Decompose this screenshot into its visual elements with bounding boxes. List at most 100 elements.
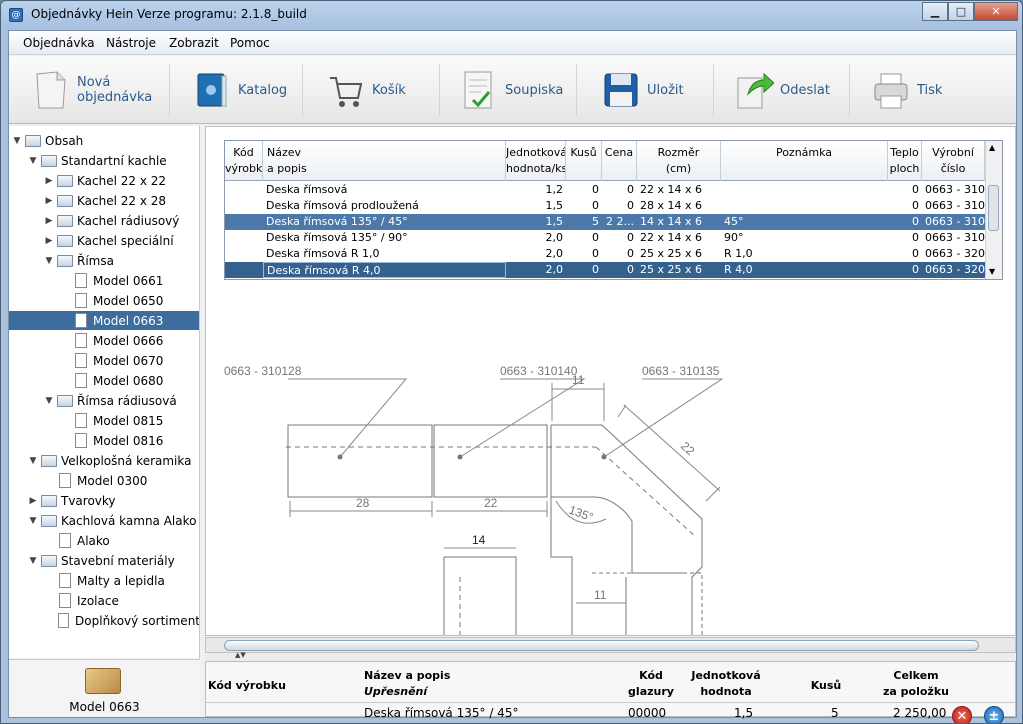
- grid-scroll-thumb[interactable]: [988, 185, 999, 231]
- tree-node[interactable]: Model 0815: [9, 411, 199, 430]
- cell-jc: 2,0: [545, 231, 564, 244]
- column-header-kod[interactable]: Kód výrobku: [225, 141, 263, 181]
- tree-node[interactable]: ▼ Velkoplošná keramika: [9, 451, 199, 470]
- detail-glazura-value[interactable]: 00000: [628, 706, 666, 720]
- panel-splitter[interactable]: ▲▼: [205, 651, 1016, 661]
- tree-node[interactable]: ▼ Kachlová kamna Alako: [9, 511, 199, 530]
- tree-node[interactable]: Model 0661: [9, 271, 199, 290]
- tree-node[interactable]: ▶ Tvarovky: [9, 491, 199, 510]
- splitter-arrows-icon[interactable]: ▲▼: [235, 651, 246, 659]
- tree-node[interactable]: Model 0666: [9, 331, 199, 350]
- collapse-arrow-icon[interactable]: ▶: [43, 216, 55, 226]
- product-grid[interactable]: Kód výrobkuNázev a popisJednotková hodno…: [224, 140, 1003, 280]
- drawing-horizontal-scrollbar[interactable]: [205, 637, 1016, 653]
- expand-arrow-icon[interactable]: ▼: [27, 556, 39, 566]
- tree-node[interactable]: Model 0300: [9, 471, 199, 490]
- column-header-cena[interactable]: Cena: [602, 141, 637, 181]
- save-button[interactable]: Uložit: [601, 62, 684, 118]
- maximize-button[interactable]: □: [948, 2, 974, 21]
- menu-zobrazit[interactable]: Zobrazit: [169, 36, 219, 50]
- expand-arrow-icon[interactable]: ▼: [43, 256, 55, 266]
- expand-arrow-icon[interactable]: ▼: [11, 136, 23, 146]
- scroll-up-icon[interactable]: ▲: [989, 143, 995, 152]
- collapse-arrow-icon[interactable]: ▶: [27, 496, 39, 506]
- send-button[interactable]: Odeslat: [734, 62, 830, 118]
- menu-pomoc[interactable]: Pomoc: [230, 36, 270, 50]
- column-header-jc[interactable]: Jednotková hodnota/ks: [506, 141, 566, 181]
- tree-node[interactable]: Model 0816: [9, 431, 199, 450]
- cell-kusu[interactable]: 0: [566, 230, 602, 246]
- tree-node-label: Kachel rádiusový: [77, 213, 180, 228]
- table-row[interactable]: Deska římsová 135° / 90° 2,0 0 0 22 x 14 x 6…: [225, 230, 985, 246]
- tree-node[interactable]: ▶ Kachel rádiusový: [9, 211, 199, 230]
- column-header-vyr[interactable]: Výrobní číslo: [922, 141, 985, 181]
- column-header-teplo[interactable]: Teplo ploch: [888, 141, 922, 181]
- tree-node[interactable]: ▼ Římsa: [9, 251, 199, 270]
- expand-arrow-icon[interactable]: ▼: [27, 156, 39, 166]
- delete-item-button[interactable]: ✕: [952, 706, 972, 723]
- tree-node-label: Doplňkový sortiment: [75, 613, 200, 628]
- tree-node[interactable]: Doplňkový sortiment: [9, 611, 200, 630]
- app-logo-icon[interactable]: @: [9, 8, 23, 22]
- table-row[interactable]: Deska římsová 1,2 0 0 22 x 14 x 6 0 0663 - 310…: [225, 182, 985, 198]
- checklist-button[interactable]: Soupiska: [459, 62, 563, 118]
- print-button[interactable]: Tisk: [871, 62, 942, 118]
- table-row[interactable]: Deska římsová R 4,0 2,0 0 0 25 x 25 x 6R 4,0…: [225, 262, 985, 278]
- title-bar[interactable]: @ Objednávky Hein Verze programu: 2.1.8_…: [1, 1, 1022, 29]
- cell-kusu[interactable]: 5: [566, 214, 602, 230]
- folder-icon: [41, 514, 57, 527]
- cell-cena: 0: [627, 199, 634, 212]
- tree-node[interactable]: Malty a lepidla: [9, 571, 199, 590]
- menu-nastroje[interactable]: Nástroje: [106, 36, 156, 50]
- expand-arrow-icon[interactable]: ▼: [43, 396, 55, 406]
- tree-node[interactable]: Alako: [9, 531, 199, 550]
- cell-rozmer: 25 x 25 x 6: [640, 247, 702, 260]
- detail-kusu-value[interactable]: 5: [831, 706, 839, 720]
- menu-objednavka[interactable]: Objednávka: [23, 36, 95, 50]
- tree-node[interactable]: ▶ Kachel 22 x 22: [9, 171, 199, 190]
- scroll-down-icon[interactable]: ▼: [989, 267, 995, 276]
- tree-node[interactable]: ▶ Kachel 22 x 28: [9, 191, 199, 210]
- expand-arrow-icon[interactable]: ▼: [27, 456, 39, 466]
- minimize-button[interactable]: ▁: [922, 2, 948, 21]
- tree-node[interactable]: Model 0680: [9, 371, 199, 390]
- cell-kusu[interactable]: 0: [566, 262, 602, 278]
- column-header-kusu[interactable]: Kusů: [566, 141, 602, 181]
- column-header-rozmer[interactable]: Rozměr (cm): [637, 141, 721, 181]
- column-header-pozn[interactable]: Poznámka: [721, 141, 888, 181]
- close-button[interactable]: ✕: [974, 2, 1018, 21]
- cart-button[interactable]: Košík: [326, 62, 406, 118]
- collapse-arrow-icon[interactable]: ▶: [43, 176, 55, 186]
- tree-node[interactable]: ▼ Standartní kachle: [9, 151, 199, 170]
- tree-node[interactable]: ▶ Kachel speciální: [9, 231, 199, 250]
- collapse-arrow-icon[interactable]: ▶: [43, 196, 55, 206]
- cell-kusu[interactable]: 0: [566, 246, 602, 262]
- tree-node[interactable]: ▼ Římsa rádiusová: [9, 391, 199, 410]
- folder-icon: [41, 454, 57, 467]
- collapse-arrow-icon[interactable]: ▶: [43, 236, 55, 246]
- new-order-button[interactable]: Nová objednávka: [31, 62, 152, 118]
- expand-arrow-icon[interactable]: ▼: [27, 516, 39, 526]
- callout-label: 0663 - 310140: [500, 364, 578, 378]
- cell-kusu[interactable]: 0: [566, 182, 602, 198]
- grid-vertical-scrollbar[interactable]: ▲ ▼: [985, 141, 1002, 279]
- tree-node[interactable]: Model 0670: [9, 351, 199, 370]
- catalog-button[interactable]: Katalog: [192, 62, 287, 118]
- tree-node[interactable]: Izolace: [9, 591, 199, 610]
- column-header-nazev[interactable]: Název a popis: [263, 141, 506, 181]
- table-row[interactable]: Deska římsová 135° / 45° 1,5 5 2 2... 14 x 1…: [225, 214, 985, 230]
- category-tree[interactable]: ▼ Obsah ▼ Standartní kachle ▶ Kachel 22 x 22 ▶…: [9, 126, 200, 658]
- tree-node[interactable]: Model 0650: [9, 291, 199, 310]
- table-row[interactable]: Deska římsová prodloužená 1,5 0 0 28 x 14 x …: [225, 198, 985, 214]
- document-icon: [75, 413, 87, 428]
- cell-kusu[interactable]: 0: [566, 198, 602, 214]
- tree-node[interactable]: ▼ Obsah: [9, 131, 199, 150]
- cell-vyr: 0663 - 310...: [925, 231, 985, 244]
- tree-node[interactable]: ▼ Stavební materiály: [9, 551, 199, 570]
- table-row[interactable]: Deska římsová R 1,0 2,0 0 0 25 x 25 x 6R 1,0…: [225, 246, 985, 262]
- add-item-button[interactable]: ±: [984, 706, 1004, 723]
- cell-vyr: 0663 - 310...: [925, 199, 985, 212]
- tree-node[interactable]: Model 0663: [9, 311, 199, 330]
- horizontal-scroll-thumb[interactable]: [224, 640, 979, 651]
- cell-pozn: R 1,0: [724, 247, 753, 260]
